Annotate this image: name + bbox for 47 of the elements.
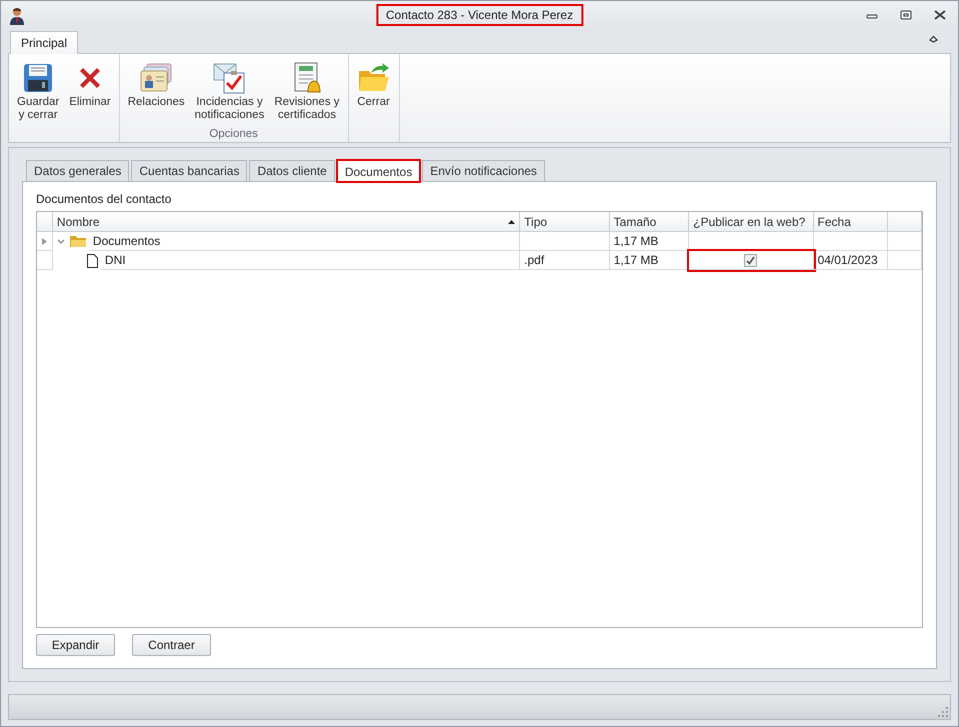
- filler-cell: [888, 251, 922, 270]
- group-label: Opciones: [208, 128, 259, 142]
- ribbon-button[interactable]: Eliminar: [64, 54, 116, 142]
- column-header[interactable]: Tipo: [520, 212, 610, 232]
- section-title: Documentos del contacto: [36, 192, 172, 206]
- maximize-icon[interactable]: [900, 10, 912, 20]
- row-indicator-cell[interactable]: [37, 251, 53, 270]
- ribbon-tab[interactable]: Principal: [10, 31, 78, 54]
- sort-ascending-icon: [508, 220, 516, 224]
- document-icon: [87, 254, 98, 268]
- header-corner-cell: [37, 212, 53, 232]
- column-header[interactable]: ¿Publicar en la web?: [689, 212, 814, 232]
- person-icon: [9, 7, 25, 25]
- size-cell: 1,17 MB: [610, 251, 690, 270]
- envelope-checklist-icon: [212, 61, 246, 95]
- name-cell: DNI: [100, 251, 520, 270]
- tab[interactable]: Datos cliente: [249, 160, 335, 181]
- header-filler-cell: [888, 212, 922, 232]
- id-cards-icon: [139, 62, 174, 94]
- tab[interactable]: Cuentas bancarias: [131, 160, 248, 181]
- push-button[interactable]: Contraer: [132, 634, 211, 656]
- tab[interactable]: Documentos: [336, 160, 420, 182]
- window-title: Contacto 283 - Vicente Mora Perez: [378, 6, 582, 24]
- close-icon[interactable]: [934, 10, 946, 20]
- tab[interactable]: Datos generales: [26, 160, 130, 181]
- resize-grip-icon[interactable]: [938, 707, 948, 717]
- push-button[interactable]: Expandir: [36, 634, 115, 656]
- size-cell: 1,17 MB: [610, 232, 690, 251]
- ribbon-button[interactable]: Relaciones: [122, 54, 190, 128]
- collapse-ribbon-icon[interactable]: [929, 35, 938, 43]
- checkbox[interactable]: [744, 254, 758, 266]
- type-cell: .pdf: [520, 251, 610, 270]
- column-header[interactable]: Tamaño: [610, 212, 690, 232]
- folder-icon: [70, 235, 88, 248]
- row-indicator-icon: [42, 238, 47, 244]
- ribbon-button[interactable]: Incidencias y notificaciones: [190, 54, 270, 128]
- tab[interactable]: Envío notificaciones: [422, 160, 545, 181]
- ribbon-button[interactable]: Cerrar: [352, 54, 396, 142]
- name-cell: Documentos: [88, 232, 520, 251]
- date-cell: 04/01/2023: [814, 251, 888, 270]
- column-header[interactable]: Nombre: [52, 212, 520, 232]
- column-header[interactable]: Fecha: [814, 212, 888, 232]
- ribbon-button[interactable]: Revisiones y certificados: [269, 54, 345, 128]
- row-indicator-cell[interactable]: [37, 232, 53, 251]
- chevron-down-icon[interactable]: [56, 238, 65, 244]
- ribbon-button[interactable]: Guardar y cerrar: [12, 54, 64, 142]
- filler-cell: [888, 232, 922, 251]
